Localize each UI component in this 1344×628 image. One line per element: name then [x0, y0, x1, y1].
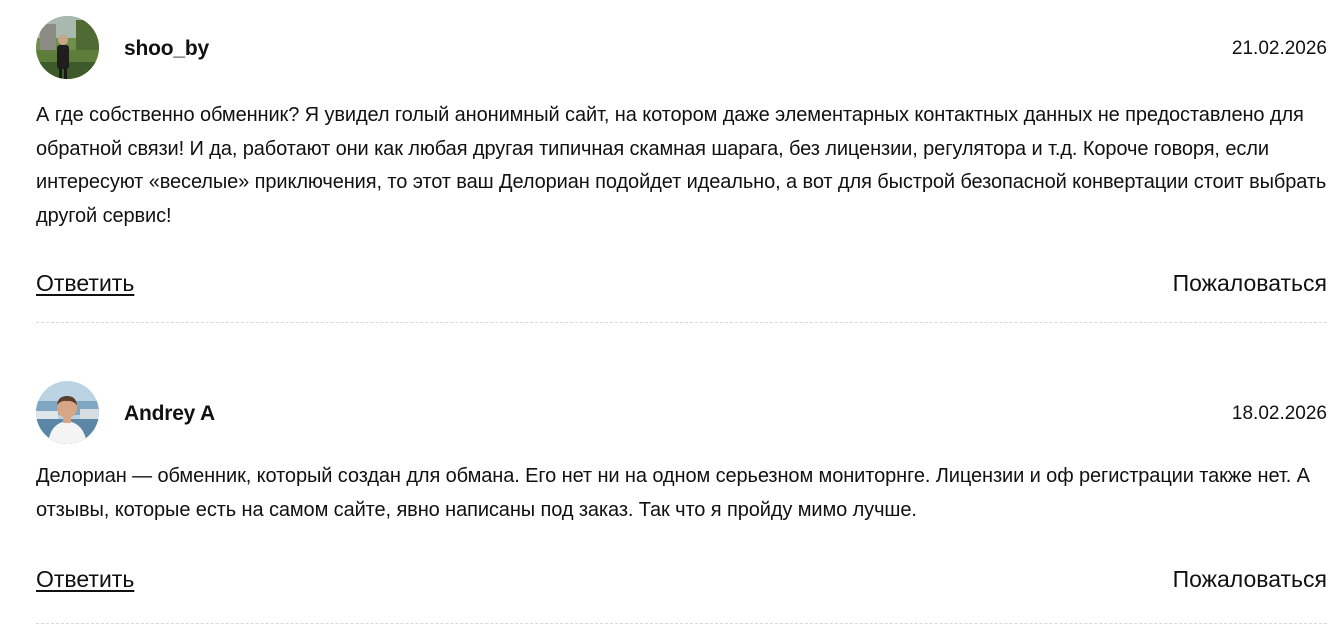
report-link[interactable]: Пожаловаться	[1173, 270, 1327, 297]
comment-header: shoo_by 21.02.2026	[36, 16, 1327, 79]
avatar-photo-image	[36, 381, 99, 444]
comments-list: shoo_by 21.02.2026 А где собственно обме…	[0, 0, 1344, 628]
comment-author: Andrey A	[124, 402, 215, 425]
comment-date: 21.02.2026	[1231, 38, 1327, 59]
avatar[interactable]	[36, 16, 99, 79]
comment-date: 18.02.2026	[1231, 403, 1327, 424]
report-link[interactable]: Пожаловаться	[1173, 566, 1327, 593]
comment-text: А где собственно обменник? Я увидел голы…	[36, 104, 1327, 227]
comment-divider	[36, 322, 1327, 323]
comment-header: Andrey A 18.02.2026	[36, 381, 1327, 444]
reply-link[interactable]: Ответить	[36, 566, 134, 593]
comment-item: Andrey A 18.02.2026 Делориан — обменник,…	[36, 381, 1327, 624]
comment-actions: Ответить Пожаловаться	[36, 270, 1327, 300]
avatar[interactable]	[36, 381, 99, 444]
comment-actions: Ответить Пожаловаться	[36, 566, 1327, 596]
reply-link[interactable]: Ответить	[36, 270, 134, 297]
comment-text: Делориан — обменник, который создан для …	[36, 465, 1310, 521]
comment-item: shoo_by 21.02.2026 А где собственно обме…	[36, 16, 1327, 323]
comment-divider	[36, 623, 1327, 624]
avatar-photo-image	[36, 16, 99, 79]
comment-author: shoo_by	[124, 37, 209, 60]
